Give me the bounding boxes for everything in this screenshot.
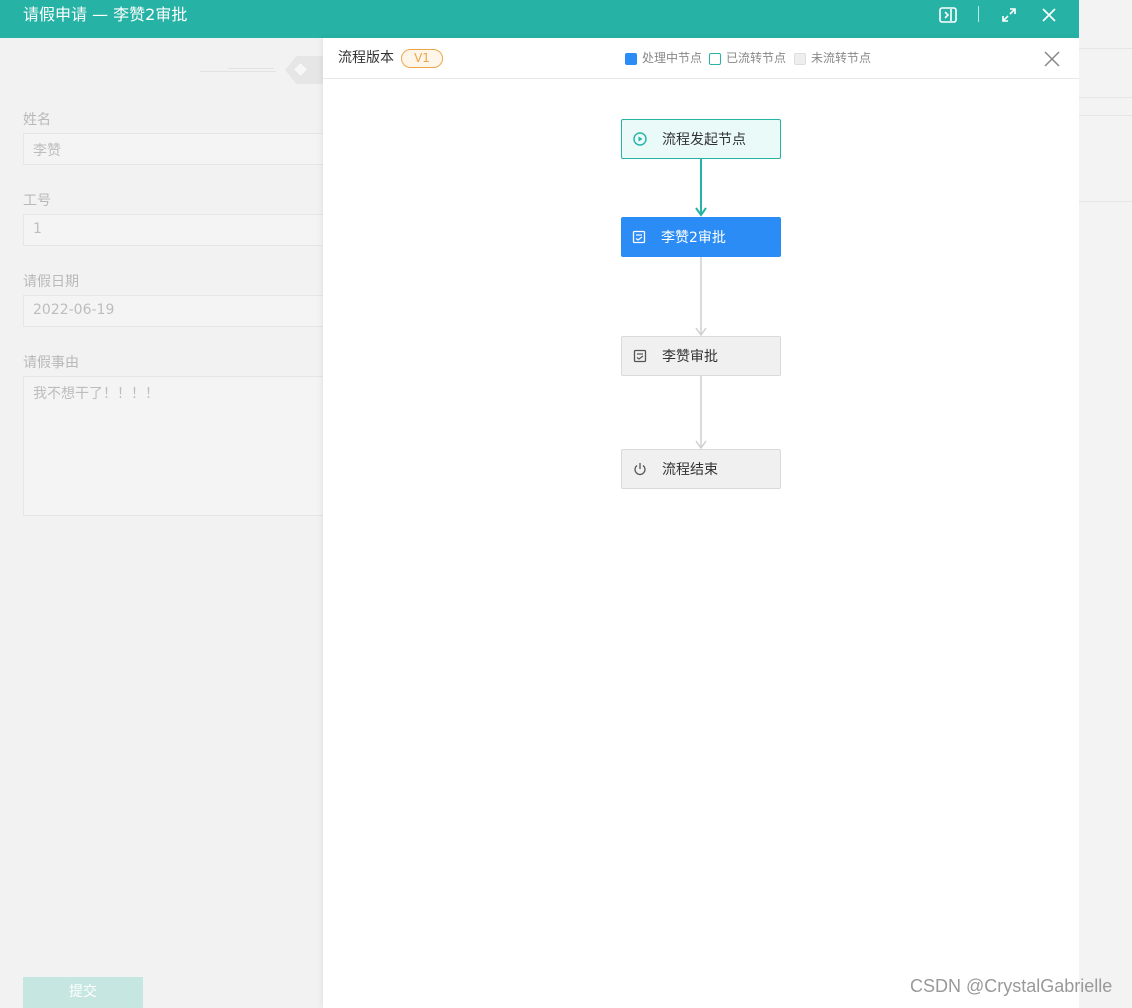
- flow-connectors: [695, 159, 707, 450]
- watermark: CSDN @CrystalGabrielle: [910, 976, 1113, 996]
- flow-node-end[interactable]: 流程结束: [621, 449, 781, 489]
- step-divider: [228, 68, 274, 69]
- flow-node-li-zan-2-approval[interactable]: 李赞2审批: [621, 217, 781, 257]
- sidebar-toggle-icon[interactable]: [937, 4, 959, 26]
- leave-reason-textarea[interactable]: 我不想干了！！！！: [23, 376, 323, 516]
- maximize-icon[interactable]: [998, 4, 1020, 26]
- flow-node-label: 流程结束: [662, 462, 718, 478]
- approval-icon: [632, 230, 646, 244]
- close-icon[interactable]: [1038, 4, 1060, 26]
- flow-node-li-zan-approval[interactable]: 李赞审批: [621, 336, 781, 376]
- flow-chart-panel: 流程版本 V1 处理中节点 已流转节点 未流转节点 流程发起节点 李赞2审批 李…: [323, 38, 1079, 1008]
- divider: [1079, 115, 1132, 116]
- divider: [1079, 97, 1132, 98]
- flow-node-start[interactable]: 流程发起节点: [621, 119, 781, 159]
- name-field[interactable]: 李赞: [23, 133, 323, 165]
- titlebar-divider: [978, 6, 979, 22]
- leave-reason-label: 请假事由: [23, 355, 79, 371]
- divider: [1079, 201, 1132, 202]
- window-title: 请假申请 — 李赞2审批: [23, 5, 188, 24]
- flow-node-label: 李赞审批: [662, 349, 718, 365]
- divider: [1079, 48, 1132, 49]
- flow-node-label: 流程发起节点: [662, 132, 746, 148]
- step-divider: [200, 71, 276, 72]
- power-icon: [633, 462, 647, 476]
- employee-id-label: 工号: [23, 193, 51, 209]
- submit-button[interactable]: 提交: [23, 977, 143, 1008]
- leave-form: 姓名 李赞 工号 1 请假日期 2022-06-19 请假事由 我不想干了！！！…: [0, 38, 323, 1008]
- background-page-strip: [1079, 0, 1132, 1008]
- title-bar: 请假申请 — 李赞2审批: [0, 0, 1079, 38]
- leave-application-window: 请假申请 — 李赞2审批 姓名 李赞 工号 1 请假日期 2022-06-19 …: [0, 0, 1079, 1008]
- name-label: 姓名: [23, 112, 51, 128]
- step-indicator-icon: [285, 56, 323, 84]
- approval-icon: [633, 349, 647, 363]
- play-circle-icon: [633, 132, 647, 146]
- leave-date-field[interactable]: 2022-06-19: [23, 295, 323, 327]
- employee-id-field[interactable]: 1: [23, 214, 323, 246]
- flow-node-label: 李赞2审批: [661, 230, 726, 246]
- leave-date-label: 请假日期: [23, 274, 79, 290]
